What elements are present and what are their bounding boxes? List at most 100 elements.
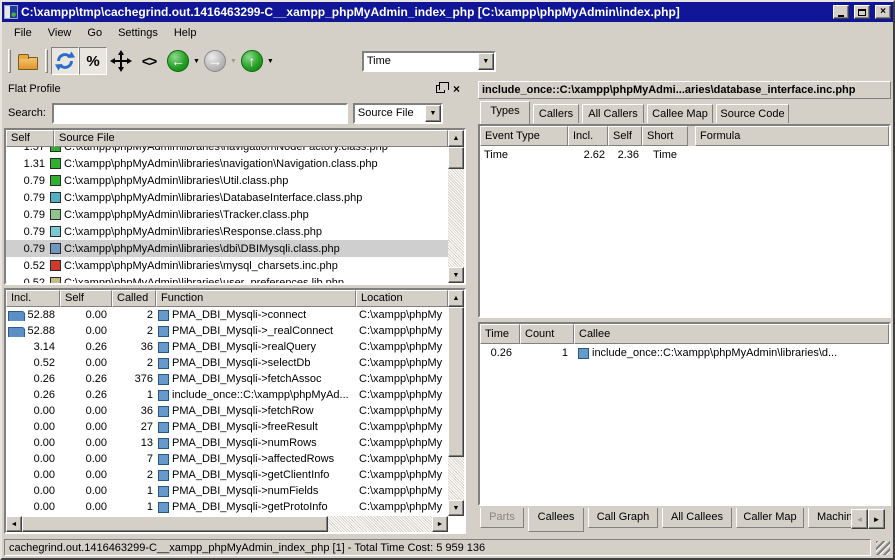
column-header-time[interactable]: Time <box>480 324 520 344</box>
scrollbar-track[interactable] <box>328 516 432 532</box>
function-row[interactable]: 0.000.002PMA_DBI_Mysqli->getClientInfoC:… <box>6 467 448 483</box>
column-header-self[interactable]: Self <box>6 130 54 147</box>
column-header-callee[interactable]: Callee <box>574 324 889 344</box>
dock-float-icon[interactable] <box>436 85 445 93</box>
column-header-self[interactable]: Self <box>60 290 112 307</box>
source-file-row[interactable]: 0.79C:\xampp\phpMyAdmin\libraries\Util.c… <box>6 172 448 189</box>
cycle-detection-button[interactable]: <> <box>135 47 163 75</box>
vertical-scrollbar[interactable]: ▼ <box>448 307 464 516</box>
function-row[interactable]: 52.880.002PMA_DBI_Mysqli->_realConnectC:… <box>6 323 448 339</box>
source-file-row[interactable]: 0.52C:\xampp\phpMyAdmin\libraries\mysql_… <box>6 257 448 274</box>
dock-header[interactable]: Flat Profile × <box>4 80 466 98</box>
column-header-location[interactable]: Location <box>356 290 448 307</box>
tab-callers[interactable]: Callers <box>533 104 579 123</box>
up-button[interactable]: ↑ <box>241 50 263 72</box>
combo-dropdown-button[interactable]: ▼ <box>425 105 441 122</box>
scroll-down-button[interactable]: ▼ <box>448 267 464 283</box>
function-row[interactable]: 3.140.2636PMA_DBI_Mysqli->realQueryC:\xa… <box>6 339 448 355</box>
group-by-selector[interactable]: Source File ▼ <box>353 103 443 124</box>
source-file-row-selected[interactable]: 0.79C:\xampp\phpMyAdmin\libraries\dbi\DB… <box>6 240 448 257</box>
function-row[interactable]: 0.520.002PMA_DBI_Mysqli->selectDbC:\xamp… <box>6 355 448 371</box>
pane-splitter[interactable] <box>468 79 476 538</box>
source-file-row[interactable]: 1.31C:\xampp\phpMyAdmin\libraries\naviga… <box>6 155 448 172</box>
column-header-incl[interactable]: Incl. <box>6 290 60 307</box>
function-row[interactable]: 0.260.26376PMA_DBI_Mysqli->fetchAssocC:\… <box>6 371 448 387</box>
close-button[interactable]: × <box>875 5 891 19</box>
minimize-button[interactable] <box>833 5 849 19</box>
callee-row[interactable]: 0.26 1 include_once::C:\xampp\phpMyAdmin… <box>480 344 889 362</box>
source-file-row[interactable]: 0.79C:\xampp\phpMyAdmin\libraries\Respon… <box>6 223 448 240</box>
tab-all-callees[interactable]: All Callees <box>662 508 732 528</box>
column-header-function[interactable]: Function <box>156 290 356 307</box>
function-row[interactable]: 0.000.0013PMA_DBI_Mysqli->numRowsC:\xamp… <box>6 435 448 451</box>
forward-dropdown[interactable]: ▼ <box>230 58 237 65</box>
scrollbar-thumb[interactable] <box>22 516 328 532</box>
column-header-count[interactable]: Count <box>520 324 574 344</box>
horizontal-scrollbar[interactable]: ◄ ► <box>6 516 448 532</box>
toolbar-grip[interactable] <box>45 49 48 73</box>
function-row[interactable]: 0.000.0027PMA_DBI_Mysqli->freeResultC:\x… <box>6 419 448 435</box>
dock-close-icon[interactable]: × <box>453 82 460 96</box>
column-header-formula[interactable]: Formula <box>695 126 889 146</box>
function-row[interactable]: 0.000.0036PMA_DBI_Mysqli->fetchRowC:\xam… <box>6 403 448 419</box>
scrollbar-thumb[interactable] <box>448 147 464 169</box>
menu-view[interactable]: View <box>40 24 80 42</box>
vertical-scrollbar[interactable]: ▼ <box>448 147 464 283</box>
function-row[interactable]: 0.000.001PMA_DBI_Mysqli->getProtoInfoC:\… <box>6 499 448 515</box>
source-file-row[interactable]: 1.57C:\xampp\phpMyAdmin\libraries\naviga… <box>6 147 448 155</box>
location: C:\xampp\phpMy <box>356 309 448 321</box>
column-header-source-file[interactable]: Source File <box>54 130 448 147</box>
reload-button[interactable] <box>51 47 79 75</box>
event-type-selector[interactable]: Time ▼ <box>362 51 496 72</box>
source-file-row[interactable]: 0.52C:\xampp\phpMyAdmin\libraries\user_p… <box>6 274 448 283</box>
tab-caller-map[interactable]: Caller Map <box>736 508 804 528</box>
function-row[interactable]: 0.000.001PMA_DBI_Mysqli->numFieldsC:\xam… <box>6 483 448 499</box>
function-row[interactable]: 52.880.002PMA_DBI_Mysqli->connectC:\xamp… <box>6 307 448 323</box>
maximize-button[interactable] <box>854 5 870 19</box>
tab-scroll-left-button[interactable]: ◄ <box>851 509 868 529</box>
tab-callees[interactable]: Callees <box>528 508 584 532</box>
scroll-down-button[interactable]: ▼ <box>448 500 464 516</box>
toolbar-grip[interactable] <box>8 49 11 73</box>
scrollbar-track[interactable] <box>448 457 464 500</box>
menu-go[interactable]: Go <box>79 24 110 42</box>
column-header-self[interactable]: Self <box>608 126 642 146</box>
open-file-button[interactable] <box>14 47 42 75</box>
percentage-toggle-button[interactable]: % <box>79 47 107 75</box>
column-header-incl[interactable]: Incl. <box>568 126 608 146</box>
scroll-up-button[interactable]: ▲ <box>448 130 464 147</box>
expand-areas-button[interactable] <box>107 47 135 75</box>
menu-help[interactable]: Help <box>166 24 205 42</box>
scroll-right-button[interactable]: ► <box>432 516 448 532</box>
search-input[interactable] <box>52 103 348 124</box>
function-row[interactable]: 0.260.261include_once::C:\xampp\phpMyAd.… <box>6 387 448 403</box>
event-type-row[interactable]: Time 2.62 2.36 Time <box>480 146 889 163</box>
menu-settings[interactable]: Settings <box>110 24 166 42</box>
column-header-called[interactable]: Called <box>112 290 156 307</box>
scrollbar-track[interactable] <box>448 169 464 267</box>
back-button[interactable]: ← <box>167 50 189 72</box>
function-row[interactable]: 0.000.007PMA_DBI_Mysqli->affectedRowsC:\… <box>6 451 448 467</box>
source-file-row[interactable]: 0.79C:\xampp\phpMyAdmin\libraries\Databa… <box>6 189 448 206</box>
up-dropdown[interactable]: ▼ <box>267 58 274 65</box>
tab-source-code[interactable]: Source Code <box>716 104 789 123</box>
tab-callee-map[interactable]: Callee Map <box>647 104 713 123</box>
source-file-row[interactable]: 0.79C:\xampp\phpMyAdmin\libraries\Tracke… <box>6 206 448 223</box>
tab-all-callers[interactable]: All Callers <box>582 104 644 123</box>
forward-button[interactable]: → <box>204 50 226 72</box>
scroll-up-button[interactable]: ▲ <box>448 290 464 307</box>
menu-file[interactable]: File <box>6 24 40 42</box>
scrollbar-thumb[interactable] <box>448 307 464 457</box>
scroll-left-button[interactable]: ◄ <box>6 516 22 532</box>
back-dropdown[interactable]: ▼ <box>193 58 200 65</box>
tab-machine-code[interactable]: Machine <box>808 508 854 528</box>
tab-scroll-right-button[interactable]: ► <box>868 509 885 529</box>
tab-types[interactable]: Types <box>480 101 530 124</box>
column-header-short[interactable]: Short <box>642 126 688 146</box>
tab-parts[interactable]: Parts <box>480 508 524 528</box>
tab-call-graph[interactable]: Call Graph <box>588 508 658 528</box>
self-cost: 0.52 <box>6 277 50 284</box>
combo-dropdown-button[interactable]: ▼ <box>478 53 494 70</box>
column-header-event-type[interactable]: Event Type <box>480 126 568 146</box>
resize-grip-icon[interactable] <box>876 541 890 555</box>
